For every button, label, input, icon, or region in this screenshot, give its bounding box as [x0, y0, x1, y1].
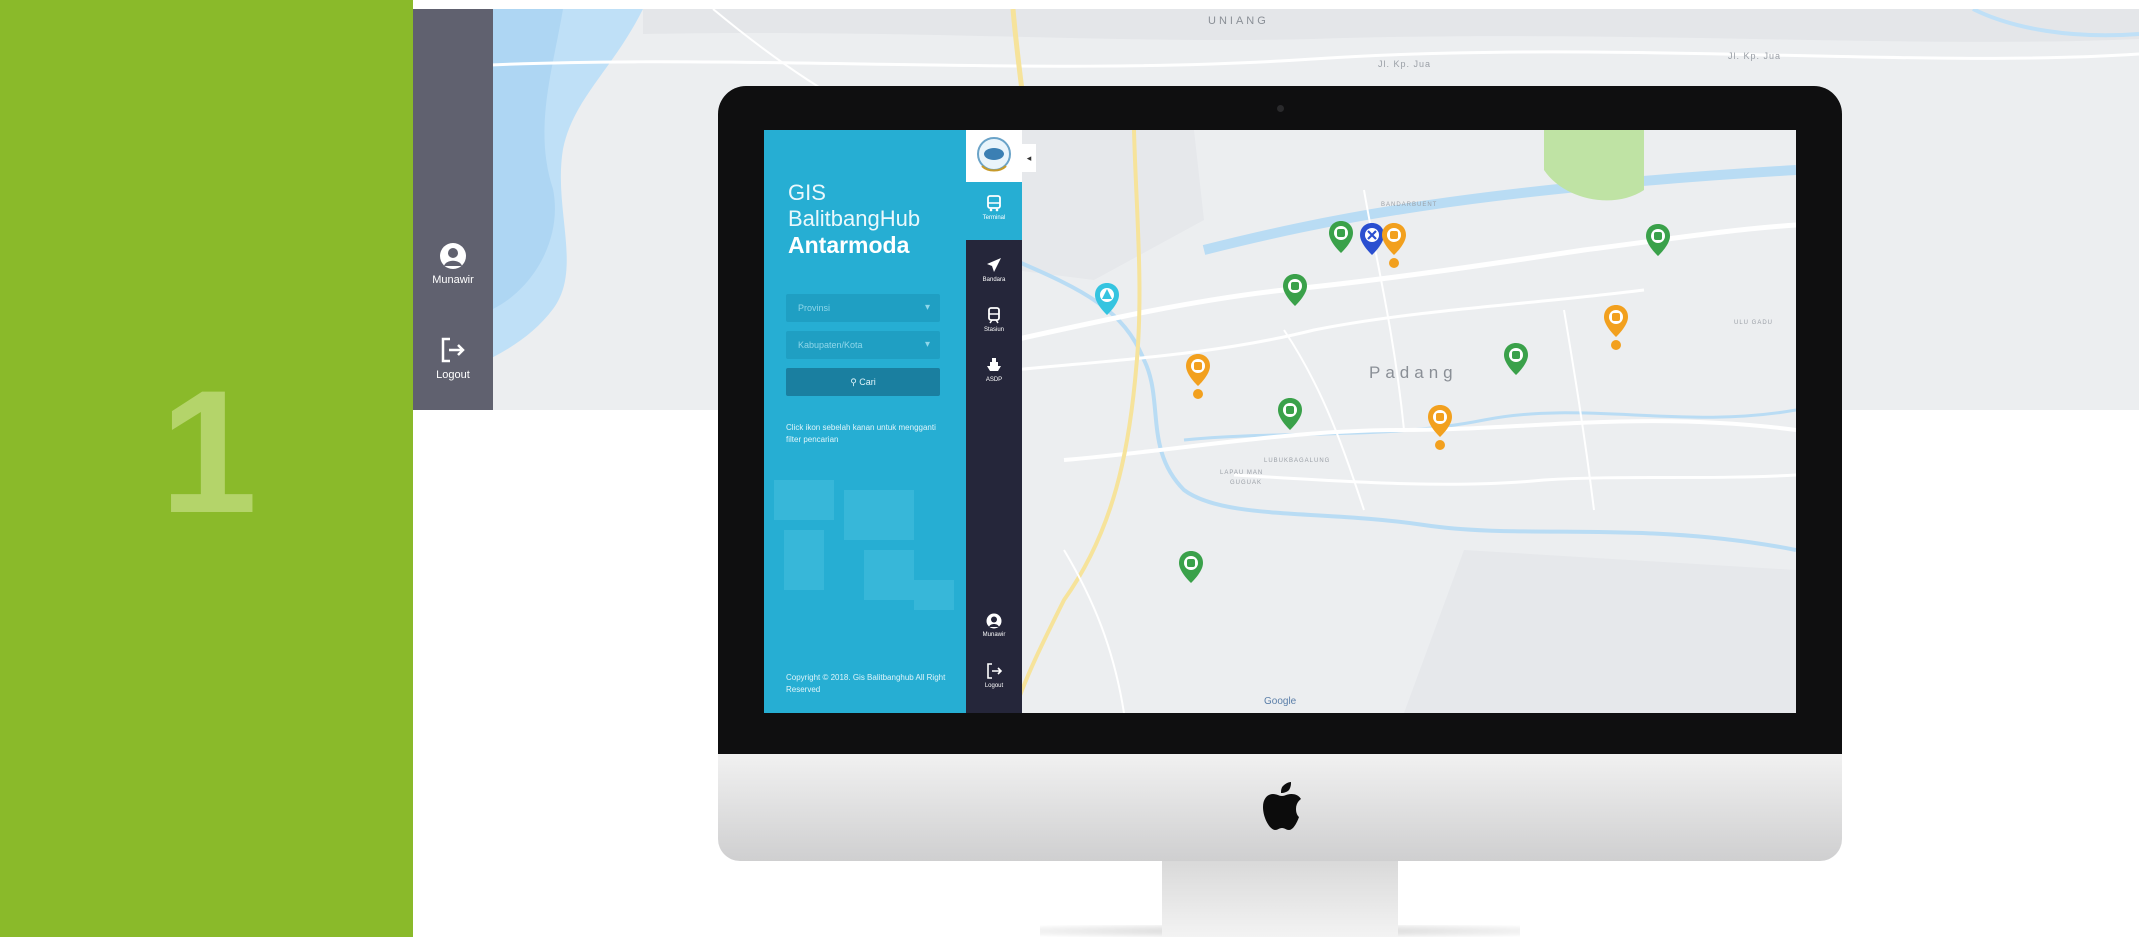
chevron-left-icon: ◂ — [1026, 153, 1032, 163]
map-pin-icon[interactable] — [1428, 405, 1452, 451]
filter-info-text: Click ikon sebelah kanan untuk mengganti… — [786, 423, 936, 444]
nav-item-label: Stasiun — [983, 327, 1004, 333]
map-pin-icon[interactable] — [1504, 343, 1528, 379]
nav-item-asdp[interactable]: ASDP — [966, 356, 1022, 383]
chevron-down-icon: ▾ — [924, 302, 930, 313]
user-icon — [986, 613, 1002, 629]
copyright-text: Copyright © 2018. Gis Balitbanghub All R… — [786, 673, 946, 694]
map-pin-icon[interactable] — [1179, 551, 1203, 587]
map-label-road: Jl. Kp. Jua — [1728, 51, 1782, 61]
logout-icon — [441, 337, 465, 363]
nav-item-logout[interactable]: Logout — [966, 662, 1022, 689]
collapse-sidebar-button[interactable]: ◂ — [1022, 144, 1036, 172]
map-pin-icon[interactable] — [1604, 305, 1628, 351]
imac-screen: Padang BANDARBUENT LUBUKBAGALUNG LAPAU M… — [764, 130, 1796, 713]
app-logo[interactable] — [966, 130, 1022, 182]
map-label-uniang: UNIANG — [1208, 15, 1269, 27]
apple-logo-icon — [1263, 782, 1301, 830]
map-label-road: Jl. Kp. Jua — [1378, 59, 1432, 69]
plane-icon — [987, 258, 1001, 272]
background-logout[interactable]: Logout — [413, 335, 493, 381]
map-district-label: BANDARBUENT — [1381, 202, 1438, 208]
balitbanghub-logo-icon — [977, 137, 1011, 172]
nav-item-label: ASDP — [985, 377, 1003, 383]
city-select-value: Kabupaten/Kota — [798, 340, 863, 350]
bus-icon — [987, 195, 1001, 212]
map-pin-icon[interactable] — [1360, 223, 1384, 259]
app-title-line2: BalitbangHub — [788, 206, 921, 231]
map-pin-icon[interactable] — [1278, 398, 1302, 434]
city-select[interactable]: Kabupaten/Kota ▾ — [786, 331, 940, 359]
map-district-label: ULU GADU — [1734, 320, 1774, 326]
train-icon — [988, 307, 1000, 324]
imac-stand — [1162, 861, 1398, 937]
camera-icon — [1277, 105, 1284, 112]
nav-item-bandara[interactable]: Bandara — [966, 256, 1022, 283]
google-attribution: Google — [1264, 696, 1297, 707]
nav-item-label: Logout — [984, 683, 1004, 689]
app-title-line3: Antarmoda — [788, 232, 910, 258]
chevron-down-icon: ▾ — [924, 339, 930, 350]
user-icon — [440, 243, 466, 269]
search-button-label: Cari — [859, 377, 876, 387]
background-sidebar: Munawir Logout — [413, 9, 493, 410]
ship-icon — [987, 358, 1001, 371]
logout-icon — [987, 663, 1003, 679]
map-pin-icon[interactable] — [1382, 223, 1406, 269]
world-map-decoration — [774, 480, 954, 610]
map-district-label: GUGUAK — [1230, 480, 1263, 486]
nav-item-label: Terminal — [982, 215, 1006, 221]
map-city-label: Padang — [1369, 363, 1458, 382]
slide-number: 1 — [160, 355, 258, 550]
search-icon: ⚲ — [850, 377, 857, 387]
map-pin-icon[interactable] — [1283, 274, 1307, 310]
nav-item-label: Munawir — [982, 632, 1006, 638]
app-nav-bar: Terminal Bandara Stasiun ASDP Munawir Lo… — [966, 130, 1022, 713]
background-logout-label: Logout — [436, 369, 470, 381]
map-pin-icon[interactable] — [1329, 221, 1353, 257]
map-district-label: LAPAU MAN — [1220, 470, 1264, 476]
province-select[interactable]: Provinsi ▾ — [786, 294, 940, 322]
nav-item-stasiun[interactable]: Stasiun — [966, 306, 1022, 333]
background-user-label: Munawir — [432, 274, 474, 286]
map-pin-icon[interactable] — [1646, 224, 1670, 260]
app-title-line1: GIS — [788, 180, 826, 205]
province-select-value: Provinsi — [798, 303, 831, 313]
app-filter-panel: GIS BalitbangHub Antarmoda Provinsi ▾ Ka… — [764, 130, 966, 713]
nav-item-user[interactable]: Munawir — [966, 613, 1022, 638]
map-pin-icon[interactable] — [1095, 283, 1119, 319]
nav-item-terminal[interactable]: Terminal — [966, 194, 1022, 221]
nav-item-label: Bandara — [982, 277, 1006, 283]
background-user[interactable]: Munawir — [413, 242, 493, 286]
search-button[interactable]: ⚲ Cari — [786, 368, 940, 396]
map-district-label: LUBUKBAGALUNG — [1264, 458, 1331, 464]
map-pin-icon[interactable] — [1186, 354, 1210, 400]
